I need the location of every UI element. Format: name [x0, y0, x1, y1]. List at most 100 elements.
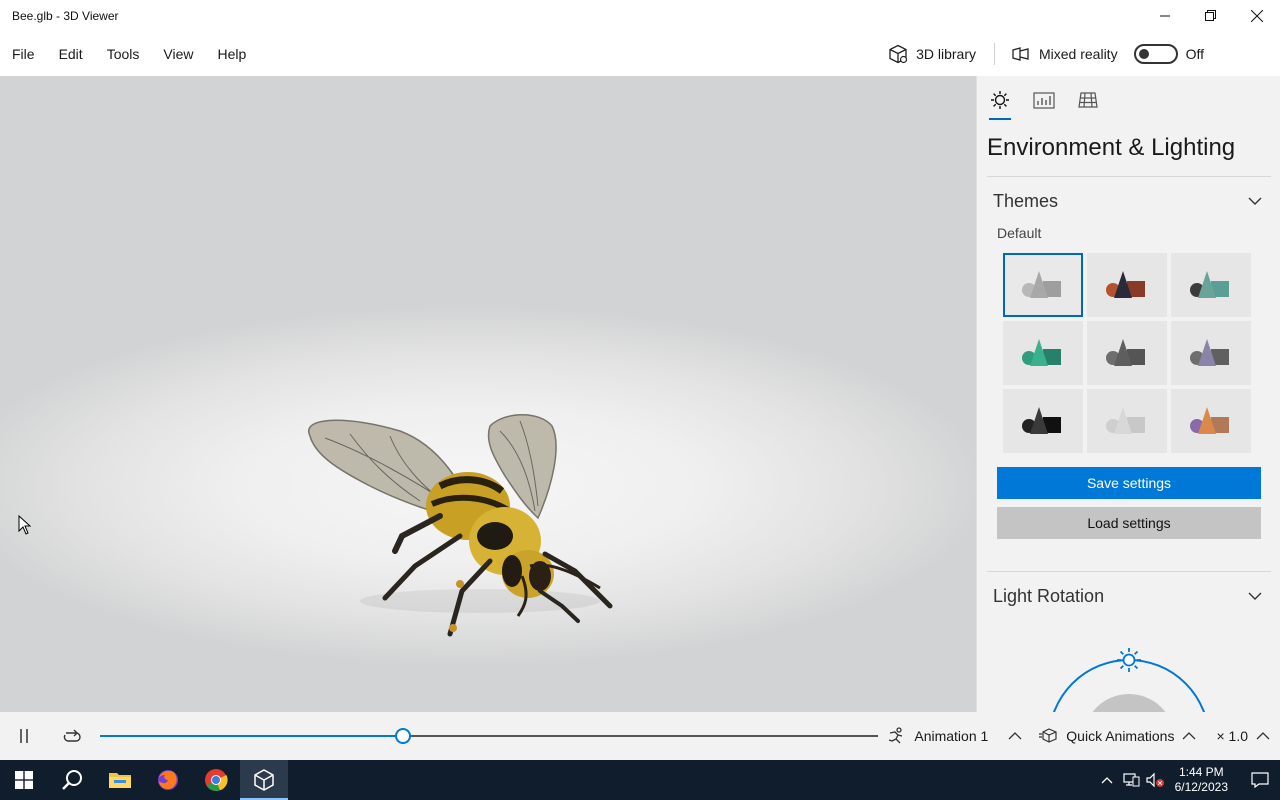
pause-button[interactable]: [0, 712, 48, 760]
quick-animations-select[interactable]: Quick Animations: [1030, 728, 1204, 744]
restore-icon: [1205, 10, 1216, 21]
tray-network[interactable]: [1119, 760, 1143, 800]
taskbar-search-button[interactable]: [48, 760, 96, 800]
theme-option[interactable]: [1003, 321, 1083, 385]
light-rotation-header[interactable]: Light Rotation: [977, 572, 1280, 620]
themes-grid: [977, 253, 1280, 455]
3d-library-label: 3D library: [916, 46, 976, 62]
maximize-button[interactable]: [1188, 0, 1234, 32]
light-sun-handle-icon[interactable]: [1117, 648, 1141, 672]
3d-library-button[interactable]: 3D library: [876, 32, 988, 76]
menu-tools[interactable]: Tools: [95, 32, 152, 76]
chrome-icon: [205, 769, 228, 792]
animation-bar: Animation 1 Quick Animations × 1.0: [0, 712, 1280, 760]
grid-icon: [1078, 92, 1098, 108]
window-title: Bee.glb - 3D Viewer: [12, 9, 119, 23]
theme-preview-icon: [1190, 271, 1229, 298]
chevron-down-icon: [1248, 592, 1262, 600]
tray-expand-button[interactable]: [1095, 760, 1119, 800]
theme-option[interactable]: [1171, 389, 1251, 453]
chevron-up-icon: [1008, 732, 1022, 740]
chevron-up-icon: [1183, 732, 1196, 740]
notification-icon: [1251, 772, 1269, 788]
clock-date: 6/12/2023: [1174, 780, 1228, 794]
animation-timeline[interactable]: [100, 728, 878, 744]
animation-label: Animation 1: [914, 728, 989, 744]
menu-bar: File Edit Tools View Help 3D library Mix…: [0, 32, 1280, 76]
network-icon: [1123, 773, 1140, 787]
menu-right-group: 3D library Mixed reality Off: [876, 32, 1280, 76]
tab-grid[interactable]: [1077, 90, 1099, 114]
tab-environment-lighting[interactable]: [989, 90, 1011, 120]
notification-center-button[interactable]: [1240, 760, 1280, 800]
system-tray: 1:44 PM 6/12/2023: [1095, 760, 1280, 800]
system-clock[interactable]: 1:44 PM 6/12/2023: [1167, 765, 1240, 795]
bee-model[interactable]: [290, 406, 630, 646]
toggle-knob: [1138, 49, 1149, 59]
speed-label: × 1.0: [1216, 728, 1248, 744]
theme-preview-icon: [1190, 407, 1229, 434]
theme-preview-icon: [1022, 339, 1061, 366]
light-rotation-control[interactable]: [977, 620, 1280, 712]
quick-animations-label: Quick Animations: [1066, 728, 1175, 744]
loop-button[interactable]: [48, 712, 96, 760]
start-button[interactable]: [0, 760, 48, 800]
load-settings-button[interactable]: Load settings: [997, 507, 1261, 539]
taskbar-chrome[interactable]: [192, 760, 240, 800]
stats-chart-icon: [1033, 92, 1055, 109]
taskbar: 1:44 PM 6/12/2023: [0, 760, 1280, 800]
theme-preview-icon: [1106, 407, 1145, 434]
pause-icon: [20, 729, 28, 743]
menu-separator: [993, 43, 995, 65]
clock-time: 1:44 PM: [1178, 765, 1224, 779]
close-icon: [1251, 10, 1263, 22]
sun-icon: [991, 91, 1009, 109]
menu-file[interactable]: File: [0, 32, 47, 76]
theme-option[interactable]: [1171, 321, 1251, 385]
light-rotation-section: Light Rotation: [977, 571, 1280, 712]
cube-icon: [889, 44, 908, 64]
window-controls: [1142, 0, 1280, 32]
theme-option[interactable]: [1003, 253, 1083, 317]
title-bar: Bee.glb - 3D Viewer: [0, 0, 1280, 32]
minimize-button[interactable]: [1142, 0, 1188, 32]
animation-controls-right: Animation 1 Quick Animations × 1.0: [878, 712, 1280, 760]
running-figure-icon: [889, 727, 903, 744]
3d-viewer-icon: [254, 769, 274, 791]
save-settings-button[interactable]: Save settings: [997, 467, 1261, 499]
tray-volume[interactable]: [1143, 760, 1167, 800]
timeline-thumb[interactable]: [395, 728, 412, 744]
menu-items: File Edit Tools View Help: [0, 32, 258, 76]
loop-icon: [63, 729, 81, 742]
theme-option[interactable]: [1003, 389, 1083, 453]
theme-preview-icon: [1106, 271, 1145, 298]
tab-stats[interactable]: [1033, 90, 1055, 114]
volume-muted-icon: [1146, 772, 1164, 788]
mixed-reality-icon: [1012, 47, 1029, 61]
folder-icon: [109, 773, 131, 788]
light-rotation-dial[interactable]: [977, 620, 1280, 712]
theme-option[interactable]: [1087, 253, 1167, 317]
theme-option[interactable]: [1171, 253, 1251, 317]
menu-help[interactable]: Help: [205, 32, 258, 76]
taskbar-3d-viewer[interactable]: [240, 760, 288, 800]
chevron-up-icon: [1101, 777, 1113, 784]
close-button[interactable]: [1234, 0, 1280, 32]
theme-option[interactable]: [1087, 321, 1167, 385]
mixed-reality-label: Mixed reality: [1038, 46, 1118, 62]
chevron-up-icon: [1256, 732, 1270, 740]
menu-edit[interactable]: Edit: [47, 32, 95, 76]
taskbar-file-explorer[interactable]: [96, 760, 144, 800]
theme-option[interactable]: [1087, 389, 1167, 453]
windows-logo-icon: [15, 771, 33, 789]
taskbar-firefox[interactable]: [144, 760, 192, 800]
mixed-reality-button[interactable]: Mixed reality: [1001, 44, 1128, 64]
animation-select[interactable]: Animation 1: [878, 727, 1030, 745]
speed-select[interactable]: × 1.0: [1204, 728, 1280, 744]
themes-header[interactable]: Themes: [977, 177, 1280, 225]
mixed-reality-toggle[interactable]: [1133, 44, 1178, 64]
chevron-down-icon: [1248, 197, 1262, 205]
menu-view[interactable]: View: [151, 32, 205, 76]
3d-viewport[interactable]: [0, 76, 976, 712]
theme-preview-icon: [1190, 339, 1229, 366]
